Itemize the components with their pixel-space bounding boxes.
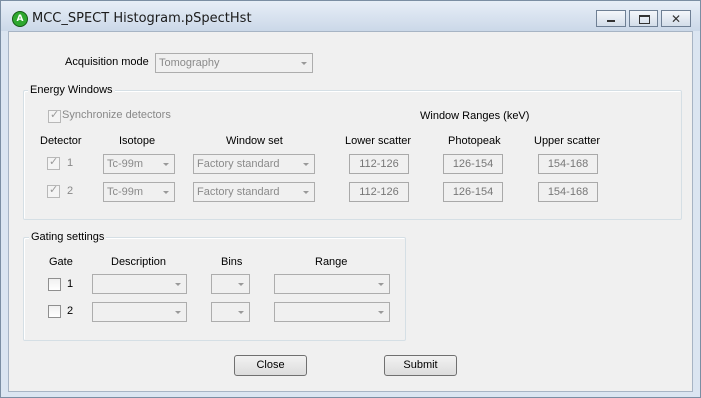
gate-bins-select[interactable]	[211, 274, 250, 294]
gate-number: 2	[67, 305, 74, 317]
close-icon: ✕	[671, 12, 682, 26]
window-ranges-label: Window Ranges (keV)	[420, 110, 530, 122]
window-set-header: Window set	[226, 135, 283, 147]
maximize-button[interactable]	[629, 10, 658, 27]
photopeak-field[interactable]: 126-154	[443, 182, 503, 202]
close-button[interactable]: Close	[234, 355, 307, 376]
isotope-header: Isotope	[119, 135, 156, 147]
window-set-value: Factory standard	[197, 186, 280, 198]
maximize-icon	[639, 15, 650, 24]
chevron-down-icon	[163, 191, 169, 194]
gate-description-select[interactable]	[92, 274, 187, 294]
photopeak-header: Photopeak	[448, 135, 501, 147]
isotope-select[interactable]: Tc-99m	[103, 154, 175, 174]
detector-checkbox[interactable]: ✓	[47, 183, 60, 198]
window-title: MCC_SPECT Histogram.pSpectHst	[32, 11, 252, 26]
window-set-select[interactable]: Factory standard	[193, 182, 315, 202]
detector-number: 1	[67, 157, 74, 169]
close-window-button[interactable]: ✕	[661, 10, 691, 27]
lower-scatter-field[interactable]: 112-126	[349, 182, 409, 202]
energy-windows-legend: Energy Windows	[28, 84, 115, 96]
chevron-down-icon	[301, 62, 307, 65]
chevron-down-icon	[378, 311, 384, 314]
minimize-icon	[607, 20, 615, 22]
upper-scatter-field[interactable]: 154-168	[538, 154, 598, 174]
gate-checkbox[interactable]	[48, 305, 61, 318]
range-header: Range	[315, 256, 348, 268]
chevron-down-icon	[303, 163, 309, 166]
isotope-select[interactable]: Tc-99m	[103, 182, 175, 202]
synchronize-detectors-label: Synchronize detectors	[62, 109, 171, 121]
bins-header: Bins	[221, 256, 243, 268]
chevron-down-icon	[175, 311, 181, 314]
checkmark-icon: ✓	[50, 108, 60, 121]
gate-number: 1	[67, 278, 74, 290]
upper-scatter-field[interactable]: 154-168	[538, 182, 598, 202]
acquisition-mode-select[interactable]: Tomography	[155, 53, 313, 73]
title-bar[interactable]: A MCC_SPECT Histogram.pSpectHst ✕	[1, 1, 700, 31]
detector-header: Detector	[40, 135, 82, 147]
chevron-down-icon	[378, 283, 384, 286]
gate-range-select[interactable]	[274, 274, 390, 294]
gate-checkbox[interactable]	[48, 278, 61, 291]
chevron-down-icon	[175, 283, 181, 286]
isotope-value: Tc-99m	[107, 158, 144, 170]
lower-scatter-header: Lower scatter	[345, 135, 412, 147]
window-set-select[interactable]: Factory standard	[193, 154, 315, 174]
acquisition-mode-label: Acquisition mode	[65, 56, 149, 68]
gating-settings-legend: Gating settings	[29, 231, 107, 243]
synchronize-detectors-checkbox[interactable]: ✓	[48, 108, 61, 123]
gate-bins-select[interactable]	[211, 302, 250, 322]
chevron-down-icon	[303, 191, 309, 194]
app-icon: A	[12, 11, 28, 27]
description-header: Description	[111, 256, 167, 268]
isotope-value: Tc-99m	[107, 186, 144, 198]
checkmark-icon: ✓	[49, 183, 59, 196]
upper-scatter-header: Upper scatter	[534, 135, 601, 147]
acquisition-mode-value: Tomography	[159, 57, 220, 69]
gate-header: Gate	[49, 256, 73, 268]
window-set-value: Factory standard	[197, 158, 280, 170]
minimize-button[interactable]	[596, 10, 626, 27]
chevron-down-icon	[238, 283, 244, 286]
detector-checkbox[interactable]: ✓	[47, 155, 60, 170]
checkmark-icon: ✓	[49, 155, 59, 168]
chevron-down-icon	[238, 311, 244, 314]
photopeak-field[interactable]: 126-154	[443, 154, 503, 174]
gate-range-select[interactable]	[274, 302, 390, 322]
gate-description-select[interactable]	[92, 302, 187, 322]
submit-button[interactable]: Submit	[384, 355, 457, 376]
detector-number: 2	[67, 185, 74, 197]
lower-scatter-field[interactable]: 112-126	[349, 154, 409, 174]
chevron-down-icon	[163, 163, 169, 166]
